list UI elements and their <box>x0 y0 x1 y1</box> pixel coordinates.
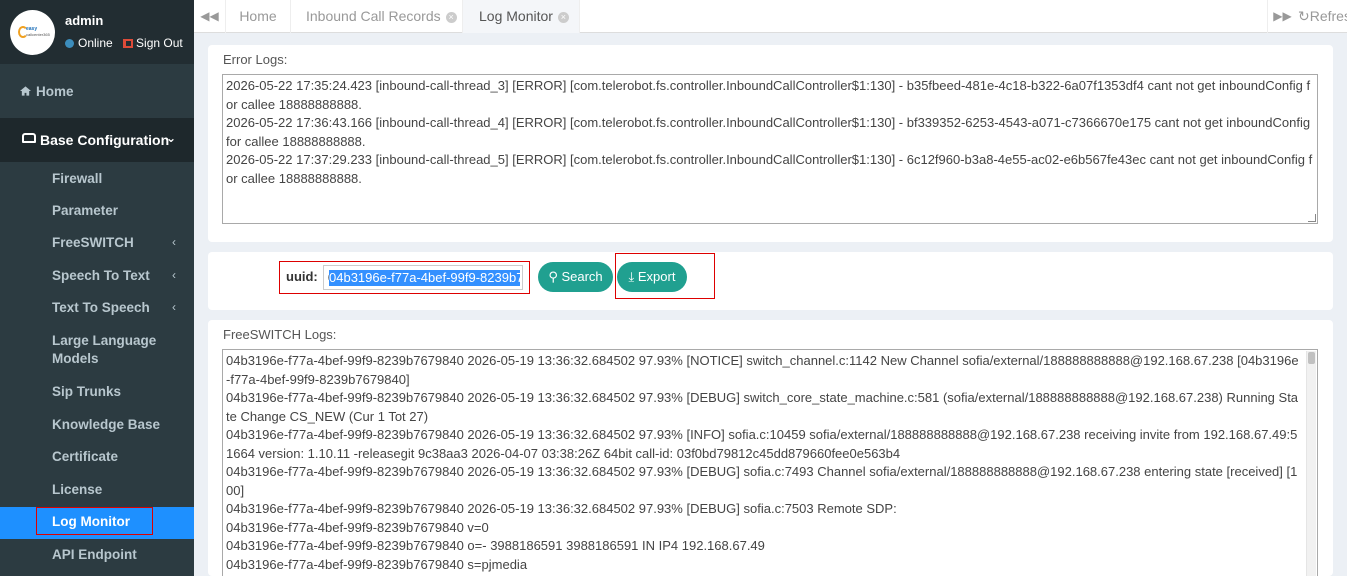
sidebar-item-home[interactable]: Home <box>0 84 194 102</box>
sidebar-item-label: Base Configuration <box>40 132 170 148</box>
uuid-selected-text: 04b3196e-f77a-4bef-99f9-8239b7679840 <box>329 270 520 286</box>
tab-inbound-call-records[interactable]: Inbound Call Records × <box>291 0 463 33</box>
username: admin <box>65 13 104 28</box>
refresh-button[interactable]: ↻Refresh <box>1298 0 1347 33</box>
export-highlight-box <box>615 253 715 299</box>
uuid-search-group: uuid: 04b3196e-f77a-4bef-99f9-8239b76798… <box>279 261 530 294</box>
chevron-left-icon: ‹ <box>172 268 176 282</box>
uuid-label: uuid: <box>286 269 318 284</box>
scrollbar[interactable] <box>1306 351 1316 576</box>
resize-handle[interactable] <box>1308 214 1316 222</box>
error-logs-panel: Error Logs: 2026-05-22 17:35:24.423 [inb… <box>208 45 1333 242</box>
freeswitch-logs-panel: FreeSWITCH Logs: 04b3196e-f77a-4bef-99f9… <box>208 320 1333 576</box>
sidebar-item-freeswitch[interactable]: FreeSWITCH <box>52 234 172 252</box>
log-line: 04b3196e-f77a-4bef-99f9-8239b7679840 s=p… <box>226 556 528 572</box>
freeswitch-logs-textarea[interactable]: 04b3196e-f77a-4bef-99f9-8239b7679840 202… <box>222 349 1318 576</box>
chevron-left-icon: ‹ <box>172 300 176 314</box>
error-logs-textarea[interactable]: 2026-05-22 17:35:24.423 [inbound-call-th… <box>222 74 1318 224</box>
error-logs-title: Error Logs: <box>223 52 288 67</box>
signout-link[interactable]: Sign Out <box>116 36 183 50</box>
tab-scroll-left-button[interactable]: ◀◀ <box>194 0 226 33</box>
log-line: 04b3196e-f77a-4bef-99f9-8239b7679840 202… <box>226 353 1299 387</box>
sidebar-item-api-endpoint[interactable]: API Endpoint <box>52 546 172 564</box>
avatar: easy callcenter365 <box>10 10 55 55</box>
refresh-label: Refresh <box>1309 8 1347 24</box>
log-line: 04b3196e-f77a-4bef-99f9-8239b7679840 202… <box>226 427 1298 461</box>
log-line: 2026-05-22 17:35:24.423 [inbound-call-th… <box>226 78 1311 112</box>
sidebar-item-speech-to-text[interactable]: Speech To Text <box>52 267 172 285</box>
close-icon[interactable]: × <box>445 12 457 23</box>
signout-icon <box>123 39 134 48</box>
user-status-row: Online Sign Out <box>65 36 183 50</box>
tab-home[interactable]: Home <box>226 0 291 33</box>
online-status: Online <box>78 36 113 50</box>
search-button[interactable]: ⚲ Search <box>538 262 613 292</box>
log-line: 2026-05-22 17:37:29.233 [inbound-call-th… <box>226 152 1313 186</box>
chevron-down-icon: ⌄ <box>166 131 177 145</box>
log-line: 2026-05-22 17:36:43.166 [inbound-call-th… <box>226 115 1311 149</box>
sidebar-item-base-configuration[interactable]: Base Configuration ⌄ <box>0 118 194 162</box>
phone-icon <box>22 133 36 143</box>
tab-log-monitor[interactable]: Log Monitor × <box>463 0 580 33</box>
sidebar-item-label: Home <box>36 84 74 99</box>
sidebar-item-parameter[interactable]: Parameter <box>52 202 172 220</box>
log-line: 04b3196e-f77a-4bef-99f9-8239b7679840 202… <box>226 464 1298 498</box>
chevron-left-icon: ‹ <box>172 235 176 249</box>
tab-label: Inbound Call Records <box>306 8 441 24</box>
tab-label: Log Monitor <box>479 8 553 24</box>
sidebar-item-license[interactable]: License <box>52 481 172 499</box>
online-dot-icon <box>65 39 74 48</box>
sidebar-item-knowledge-base[interactable]: Knowledge Base <box>52 416 172 434</box>
tab-label: Home <box>239 8 277 24</box>
tab-bar: ◀◀ Home Inbound Call Records × Log Monito… <box>194 0 1347 33</box>
close-icon[interactable]: × <box>557 12 569 23</box>
search-icon: ⚲ <box>548 269 558 284</box>
signout-label: Sign Out <box>136 36 183 50</box>
tab-scroll-right-button[interactable]: ▶▶ <box>1267 0 1297 33</box>
scrollbar-thumb[interactable] <box>1308 352 1315 364</box>
freeswitch-logs-title: FreeSWITCH Logs: <box>223 327 337 342</box>
log-line: 04b3196e-f77a-4bef-99f9-8239b7679840 o=-… <box>226 538 765 553</box>
search-button-label: Search <box>561 269 603 284</box>
sidebar-item-text-to-speech[interactable]: Text To Speech <box>52 299 172 317</box>
logo-subtext: callcenter365 <box>26 32 50 37</box>
user-panel: easy callcenter365 admin Online Sign Out <box>0 0 194 64</box>
sidebar-item-large-language-models[interactable]: Large Language Models <box>52 332 172 368</box>
sidebar-item-firewall[interactable]: Firewall <box>52 170 172 188</box>
sidebar-item-certificate[interactable]: Certificate <box>52 448 172 466</box>
log-line: 04b3196e-f77a-4bef-99f9-8239b7679840 v=0 <box>226 519 489 535</box>
sidebar-item-log-monitor[interactable]: Log Monitor <box>52 514 130 529</box>
log-line: 04b3196e-f77a-4bef-99f9-8239b7679840 202… <box>226 501 897 516</box>
refresh-icon: ↻ <box>1298 8 1310 24</box>
sidebar: easy callcenter365 admin Online Sign Out… <box>0 0 194 576</box>
sidebar-item-sip-trunks[interactable]: Sip Trunks <box>52 383 172 401</box>
log-line: 04b3196e-f77a-4bef-99f9-8239b7679840 202… <box>226 390 1299 424</box>
home-icon <box>20 86 31 96</box>
